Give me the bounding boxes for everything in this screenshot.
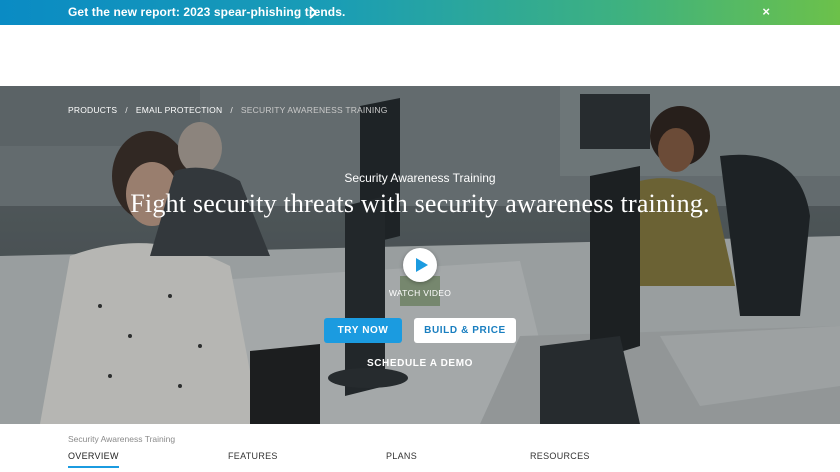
header-spacer [0, 25, 840, 86]
hero-eyebrow: Security Awareness Training [344, 171, 496, 185]
promo-banner[interactable]: Get the new report: 2023 spear-phishing … [0, 0, 840, 25]
schedule-demo-link[interactable]: SCHEDULE A DEMO [367, 358, 473, 369]
try-now-button[interactable]: TRY NOW [324, 318, 402, 343]
subnav-bar: OVERVIEW FEATURES PLANS RESOURCES [0, 451, 840, 472]
close-icon[interactable]: × [762, 4, 770, 19]
breadcrumb: PRODUCTS / EMAIL PROTECTION / SECURITY A… [68, 105, 388, 115]
breadcrumb-current-page: SECURITY AWARENESS TRAINING [240, 105, 388, 115]
schedule-demo-row: SCHEDULE A DEMO [0, 358, 840, 369]
watch-video-label[interactable]: WATCH VIDEO [0, 288, 840, 298]
breadcrumb-separator: / [230, 105, 233, 115]
breadcrumb-separator: / [125, 105, 128, 115]
hero-section: PRODUCTS / EMAIL PROTECTION / SECURITY A… [0, 86, 840, 424]
subnav-title: Security Awareness Training [68, 434, 176, 444]
breadcrumb-email-protection-link[interactable]: EMAIL PROTECTION [136, 105, 222, 115]
subnav-tab-features[interactable]: FEATURES [228, 451, 278, 466]
promo-banner-text[interactable]: Get the new report: 2023 spear-phishing … [68, 5, 345, 19]
subnav-tab-overview[interactable]: OVERVIEW [68, 451, 119, 468]
play-icon[interactable] [403, 248, 437, 282]
breadcrumb-products-link[interactable]: PRODUCTS [68, 105, 117, 115]
subnav-tab-plans[interactable]: PLANS [386, 451, 417, 466]
play-video-button[interactable] [403, 248, 437, 282]
build-price-button[interactable]: BUILD & PRICE [414, 318, 516, 343]
hero-headline: Fight security threats with security awa… [130, 189, 710, 218]
chevron-right-icon[interactable] [308, 6, 318, 19]
subnav-tab-resources[interactable]: RESOURCES [530, 451, 590, 466]
